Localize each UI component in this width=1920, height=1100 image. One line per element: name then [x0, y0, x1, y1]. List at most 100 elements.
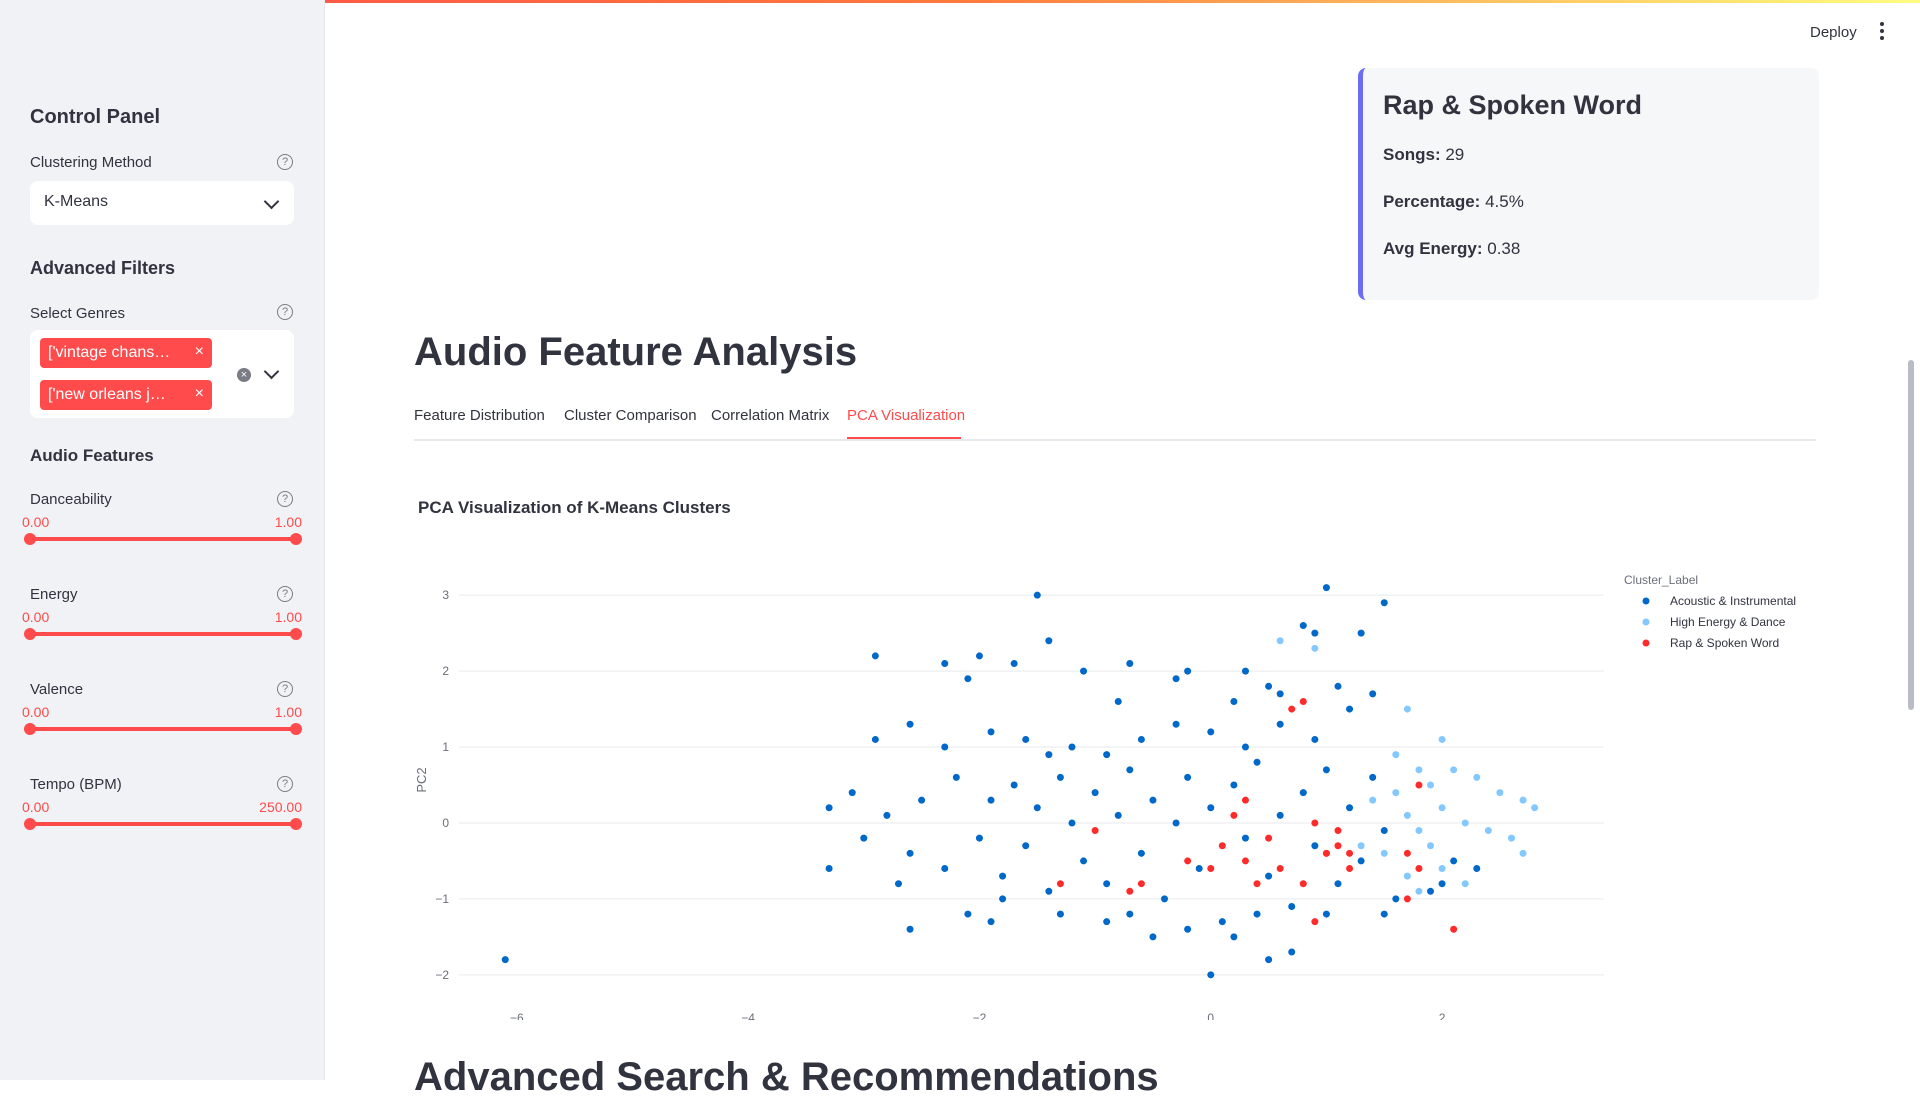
slider-min-handle[interactable] — [24, 723, 36, 735]
genre-tag[interactable]: ['vintage chans… × — [40, 338, 212, 368]
data-point — [1241, 834, 1249, 842]
tab-correlation-matrix[interactable]: Correlation Matrix — [711, 407, 829, 424]
data-point — [1322, 584, 1330, 592]
tempo-slider[interactable]: 0.00 250.00 — [22, 799, 302, 839]
slider-track[interactable] — [30, 822, 296, 826]
legend-marker — [1642, 618, 1650, 626]
slider-min-value: 0.00 — [22, 799, 50, 815]
data-point — [1126, 660, 1134, 668]
main-menu-icon[interactable] — [1880, 22, 1886, 43]
y-tick-label: 1 — [442, 740, 449, 754]
control-panel-title: Control Panel — [30, 106, 161, 128]
help-icon[interactable]: ? — [277, 154, 293, 170]
help-icon[interactable]: ? — [277, 304, 293, 320]
genres-multiselect[interactable]: ['vintage chans… × ['new orleans j… × × — [30, 330, 294, 418]
help-icon[interactable]: ? — [277, 681, 293, 697]
slider-max-handle[interactable] — [290, 818, 302, 830]
slider-min-handle[interactable] — [24, 628, 36, 640]
slider-max-handle[interactable] — [290, 723, 302, 735]
data-point — [1149, 796, 1157, 804]
help-icon[interactable]: ? — [277, 586, 293, 602]
data-point — [1114, 811, 1122, 819]
y-tick-label: −1 — [435, 892, 449, 906]
tab-pca-visualization[interactable]: PCA Visualization — [847, 407, 965, 424]
page-scrollbar[interactable] — [1908, 360, 1914, 710]
data-point — [1172, 675, 1180, 683]
remove-tag-icon[interactable]: × — [195, 385, 204, 403]
data-point — [1207, 728, 1215, 736]
chevron-down-icon[interactable] — [263, 363, 280, 380]
songs-value: 29 — [1445, 145, 1465, 164]
valence-label: Valence — [30, 681, 84, 698]
remove-tag-icon[interactable]: × — [195, 343, 204, 361]
tab-feature-distribution[interactable]: Feature Distribution — [414, 407, 545, 424]
data-point — [1230, 781, 1238, 789]
data-point — [1137, 849, 1145, 857]
data-point — [1126, 910, 1134, 918]
data-point — [1380, 599, 1388, 607]
data-point — [1103, 880, 1111, 888]
section-title: Audio Feature Analysis — [414, 330, 858, 374]
data-point — [1369, 690, 1377, 698]
data-point — [1496, 789, 1504, 797]
clear-all-icon[interactable]: × — [237, 368, 251, 382]
data-point — [987, 796, 995, 804]
slider-max-value: 1.00 — [274, 704, 302, 720]
data-point — [1438, 865, 1446, 873]
slider-track[interactable] — [30, 727, 296, 731]
slider-max-handle[interactable] — [290, 533, 302, 545]
data-point — [1022, 842, 1030, 850]
data-point — [1473, 865, 1481, 873]
data-point — [1241, 667, 1249, 675]
data-point — [1403, 872, 1411, 880]
data-point — [1068, 819, 1076, 827]
data-point — [1346, 804, 1354, 812]
data-point — [1265, 834, 1273, 842]
danceability-slider[interactable]: 0.00 1.00 — [22, 514, 302, 554]
data-point — [1507, 834, 1515, 842]
pca-chart[interactable]: PCA Visualization of K-Means Clusters −2… — [414, 480, 1824, 1020]
data-point — [1519, 796, 1527, 804]
slider-min-value: 0.00 — [22, 514, 50, 530]
data-point — [1322, 766, 1330, 774]
x-tick-label: 2 — [1439, 1011, 1446, 1020]
data-point — [964, 675, 972, 683]
help-icon[interactable]: ? — [277, 491, 293, 507]
data-point — [987, 728, 995, 736]
slider-track[interactable] — [30, 632, 296, 636]
data-point — [1346, 705, 1354, 713]
data-point — [1357, 857, 1365, 865]
slider-track[interactable] — [30, 537, 296, 541]
next-section-title: Advanced Search & Recommendations — [414, 1055, 1159, 1099]
data-point — [1346, 865, 1354, 873]
data-point — [1288, 948, 1296, 956]
x-tick-label: −2 — [973, 1011, 987, 1020]
data-point — [1241, 796, 1249, 804]
data-point — [1403, 811, 1411, 819]
energy-slider[interactable]: 0.00 1.00 — [22, 609, 302, 649]
slider-min-handle[interactable] — [24, 533, 36, 545]
x-tick-label: −6 — [510, 1011, 524, 1020]
legend-entry: Acoustic & Instrumental — [1670, 594, 1796, 608]
valence-slider[interactable]: 0.00 1.00 — [22, 704, 302, 744]
help-icon[interactable]: ? — [277, 776, 293, 792]
data-point — [1334, 827, 1342, 835]
slider-min-value: 0.00 — [22, 704, 50, 720]
genre-tag[interactable]: ['new orleans j… × — [40, 380, 212, 410]
cluster-info-card: Rap & Spoken Word Songs: 29 Percentage: … — [1358, 68, 1819, 300]
data-point — [1080, 667, 1088, 675]
slider-min-handle[interactable] — [24, 818, 36, 830]
data-point — [1010, 781, 1018, 789]
data-point — [1253, 758, 1261, 766]
data-point — [1114, 697, 1122, 705]
tab-bar: Feature Distribution Cluster Comparison … — [414, 405, 1816, 441]
slider-max-handle[interactable] — [290, 628, 302, 640]
data-point — [952, 773, 960, 781]
pca-scatter-svg[interactable]: −2−10123−6−4−202PC1PC2Cluster_LabelAcous… — [414, 480, 1824, 1020]
data-point — [941, 660, 949, 668]
tab-cluster-comparison[interactable]: Cluster Comparison — [564, 407, 697, 424]
data-point — [1369, 773, 1377, 781]
data-point — [1091, 827, 1099, 835]
clustering-method-select[interactable]: K-Means — [30, 181, 294, 225]
deploy-button[interactable]: Deploy — [1810, 24, 1857, 41]
